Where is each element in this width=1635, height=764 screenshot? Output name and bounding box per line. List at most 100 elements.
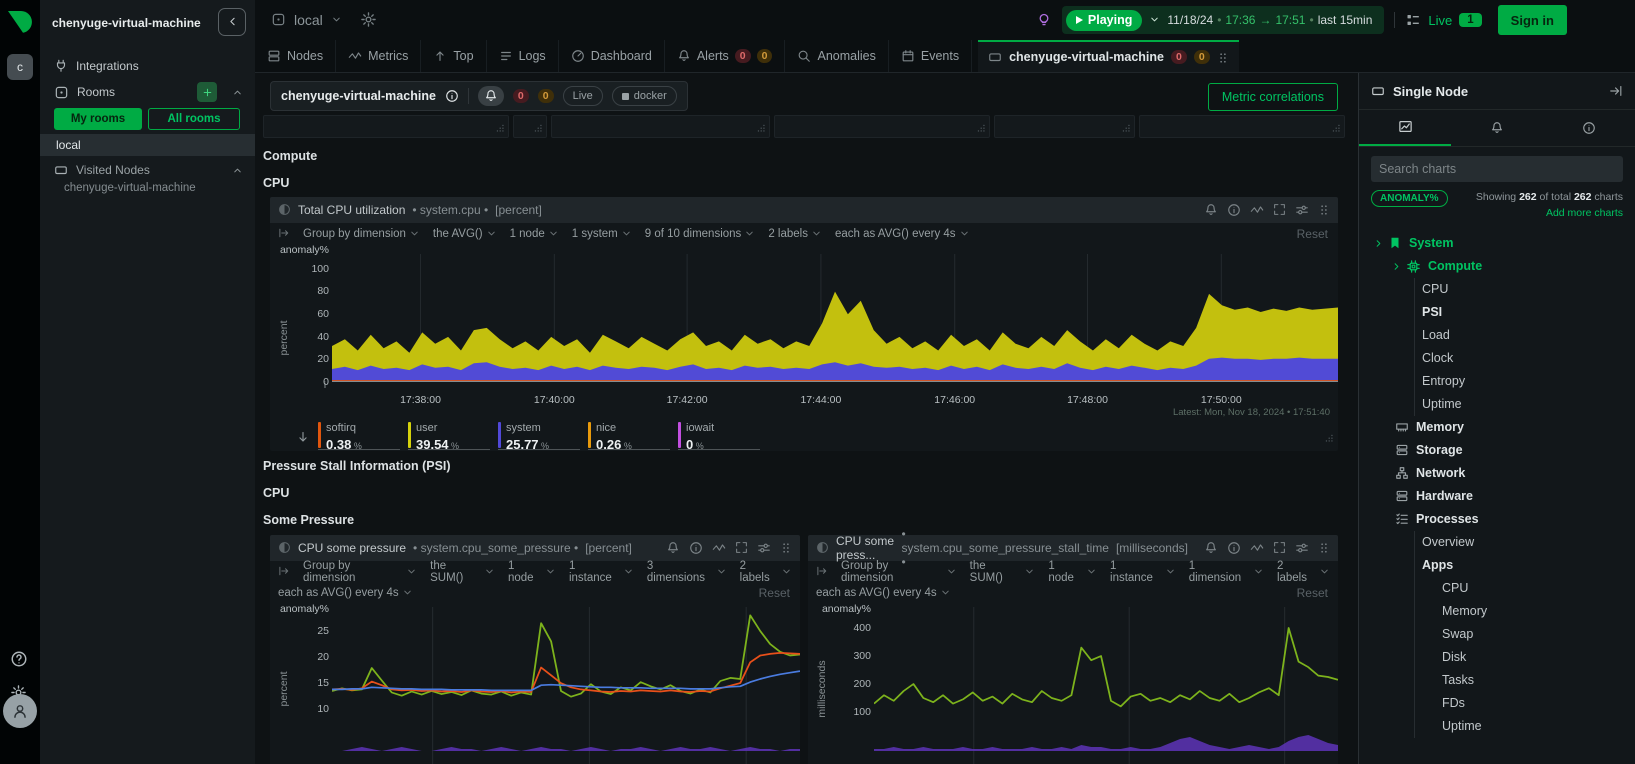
playing-button[interactable]: Playing: [1066, 10, 1142, 31]
menu-item-tasks[interactable]: Tasks: [1359, 669, 1635, 692]
legend-item-system[interactable]: system25.77 %: [498, 422, 588, 452]
add-more-charts-link[interactable]: Add more charts: [1546, 207, 1623, 219]
chart-control-group[interactable]: Group by dimension: [841, 560, 957, 584]
chart-type-icon[interactable]: [278, 539, 291, 557]
mini-chart-placeholder[interactable]: [774, 115, 990, 138]
collapse-panel-icon[interactable]: [1609, 82, 1623, 100]
chart-control-the[interactable]: the AVG(): [433, 228, 497, 240]
drag-grip-icon[interactable]: [1318, 539, 1330, 557]
chart-type-icon[interactable]: [278, 201, 291, 219]
chart-control-each[interactable]: each as AVG() every 4s: [278, 587, 413, 599]
menu-item-cpu[interactable]: CPU: [1359, 577, 1635, 600]
sidebar-item-rooms[interactable]: Rooms: [40, 80, 255, 104]
sidebar-collapse-button[interactable]: [218, 8, 246, 36]
chart-control-each[interactable]: each as AVG() every 4s: [816, 587, 951, 599]
drag-grip-icon[interactable]: [780, 539, 792, 557]
chart-type-icon[interactable]: [816, 539, 829, 557]
drag-grip-icon[interactable]: [1217, 50, 1229, 64]
tab-anomalies[interactable]: Anomalies: [785, 40, 888, 72]
chevron-up-icon[interactable]: [232, 163, 243, 177]
menu-item-memory[interactable]: Memory: [1359, 600, 1635, 623]
menu-item-entropy[interactable]: Entropy: [1359, 370, 1635, 393]
menu-item-memory[interactable]: Memory: [1359, 416, 1635, 439]
chevron-right-icon[interactable]: [1391, 261, 1402, 272]
resize-grip-icon[interactable]: [755, 119, 766, 137]
settings-sliders-icon[interactable]: [1295, 201, 1309, 219]
tab-nodes[interactable]: Nodes: [255, 40, 336, 72]
docker-pill[interactable]: docker: [612, 86, 677, 106]
space-avatar[interactable]: c: [7, 54, 33, 80]
tab-dashboard[interactable]: Dashboard: [559, 40, 665, 72]
space-settings-icon[interactable]: [360, 11, 377, 29]
bell-icon[interactable]: [1204, 201, 1218, 219]
user-avatar[interactable]: [3, 694, 37, 728]
chart-control-the[interactable]: the SUM(): [970, 560, 1036, 584]
tab-alerts[interactable]: [1451, 110, 1543, 146]
chart-control-1[interactable]: 1 node: [510, 228, 559, 240]
chart-control-1[interactable]: 1 instance: [1110, 560, 1176, 584]
chart-control-1[interactable]: 1 system: [572, 228, 632, 240]
mini-chart-placeholder[interactable]: [513, 115, 547, 138]
settings-sliders-icon[interactable]: [757, 539, 771, 557]
tab-logs[interactable]: Logs: [487, 40, 559, 72]
menu-item-compute[interactable]: Compute: [1359, 255, 1635, 278]
expand-icon[interactable]: [1273, 539, 1286, 557]
resize-grip-icon[interactable]: [975, 119, 986, 137]
chevron-down-icon[interactable]: [331, 11, 342, 29]
anomaly-filter-pill[interactable]: ANOMALY%: [1371, 190, 1448, 207]
reset-button[interactable]: Reset: [1297, 227, 1328, 241]
visited-node-item[interactable]: chenyuge-virtual-machine: [64, 182, 196, 194]
info-icon[interactable]: [689, 539, 703, 557]
resize-grip-icon[interactable]: [532, 119, 543, 137]
menu-item-load[interactable]: Load: [1359, 324, 1635, 347]
bell-icon[interactable]: [666, 539, 680, 557]
menu-item-psi[interactable]: PSI: [1359, 301, 1635, 324]
info-icon[interactable]: [1227, 539, 1241, 557]
chart-control-2[interactable]: 2 labels: [1277, 560, 1330, 584]
node-pill[interactable]: chenyuge-virtual-machine 0 0 Live docker: [270, 81, 688, 111]
chart-control-group[interactable]: Group by dimension: [303, 228, 420, 240]
legend-item-softirq[interactable]: softirq0.38 %: [318, 422, 408, 452]
psi-stall-chart-plot[interactable]: [874, 603, 1338, 764]
chevron-right-icon[interactable]: [1373, 238, 1384, 249]
reset-button[interactable]: Reset: [1297, 586, 1328, 600]
menu-item-storage[interactable]: Storage: [1359, 439, 1635, 462]
cpu-chart-plot[interactable]: [332, 244, 1338, 392]
menu-item-network[interactable]: Network: [1359, 462, 1635, 485]
psi-some-chart-plot[interactable]: [332, 603, 800, 764]
mini-chart-placeholder[interactable]: [1139, 115, 1345, 138]
menu-item-uptime[interactable]: Uptime: [1359, 715, 1635, 738]
help-icon[interactable]: [10, 650, 30, 670]
metric-correlations-button[interactable]: Metric correlations: [1208, 83, 1338, 111]
chart-control-1[interactable]: 1 node: [508, 560, 556, 584]
anomalies-icon[interactable]: [1250, 201, 1264, 219]
datetime-picker[interactable]: Playing 11/18/24 • 17:36 → 17:51 • last …: [1062, 6, 1384, 34]
mini-chart-placeholder[interactable]: [551, 115, 771, 138]
menu-item-system[interactable]: System: [1359, 232, 1635, 255]
expand-icon[interactable]: [735, 539, 748, 557]
reset-button[interactable]: Reset: [759, 586, 790, 600]
menu-item-overview[interactable]: Overview: [1359, 531, 1635, 554]
anomalies-icon[interactable]: [712, 539, 726, 557]
chart-control-2[interactable]: 2 labels: [768, 228, 822, 240]
chart-control-2[interactable]: 2 labels: [740, 560, 792, 584]
anomaly-bulb-icon[interactable]: [1036, 11, 1052, 29]
chart-control-3[interactable]: 3 dimensions: [647, 560, 727, 584]
add-room-button[interactable]: [197, 82, 217, 102]
tab-alerts[interactable]: Alerts00: [665, 40, 786, 72]
tab-charts[interactable]: [1359, 110, 1451, 146]
search-charts-input[interactable]: [1371, 156, 1623, 182]
chevron-up-icon[interactable]: [232, 85, 243, 99]
tab-metrics[interactable]: Metrics: [336, 40, 421, 72]
chart-control-each[interactable]: each as AVG() every 4s: [835, 228, 970, 240]
menu-item-apps[interactable]: Apps: [1359, 554, 1635, 577]
chart-control-the[interactable]: the SUM(): [430, 560, 495, 584]
chevron-down-icon[interactable]: [1149, 11, 1160, 29]
chart-control-1[interactable]: 1 node: [1048, 560, 1097, 584]
sidebar-item-integrations[interactable]: Integrations: [40, 54, 255, 78]
anomalies-icon[interactable]: [1250, 539, 1264, 557]
sidebar-item-visited-nodes[interactable]: Visited Nodes: [40, 158, 255, 182]
live-nodes-indicator[interactable]: Live 1: [1405, 11, 1481, 29]
netdata-logo-icon[interactable]: [6, 8, 34, 36]
chart-control-9[interactable]: 9 of 10 dimensions: [645, 228, 756, 240]
